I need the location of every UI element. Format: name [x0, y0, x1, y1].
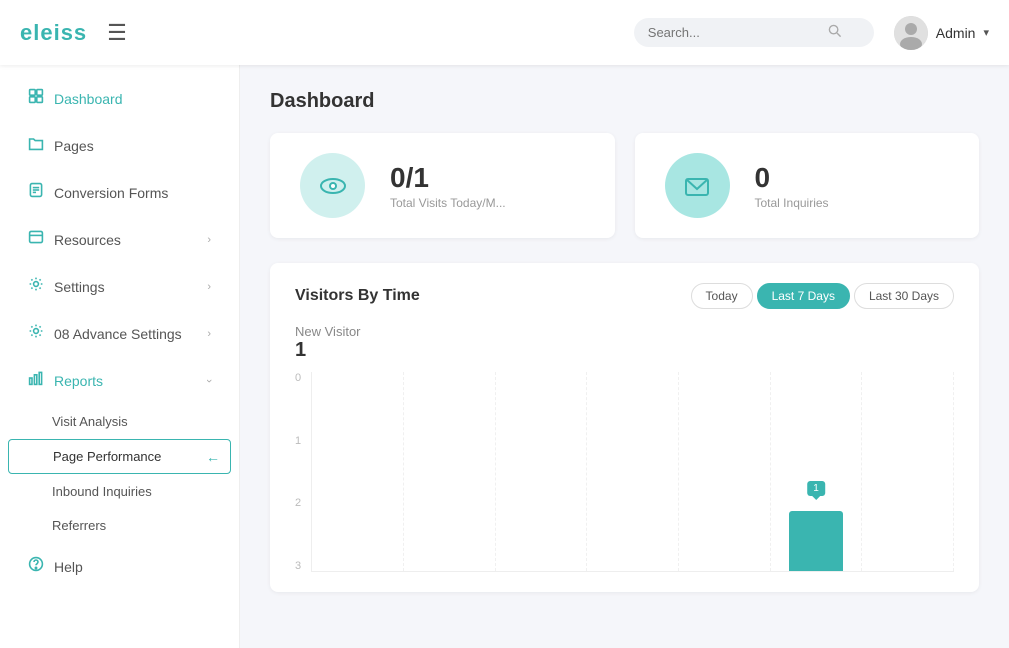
sidebar-subitem-inbound-inquiries[interactable]: Inbound Inquiries — [8, 475, 231, 508]
chevron-down-icon: ▾ — [983, 26, 989, 39]
stat-label-inquiries: Total Inquiries — [755, 196, 829, 210]
main-content: Dashboard 0/1 Total Visits Today/M... — [240, 65, 1009, 648]
chart-column-5 — [679, 372, 771, 571]
arrow-left-icon: ← — [206, 449, 220, 465]
sidebar-item-label: Settings — [54, 279, 197, 295]
chart-column-3 — [496, 372, 588, 571]
chart-area: 3 2 1 0 — [295, 372, 954, 572]
sidebar-item-label: Help — [54, 559, 211, 575]
subitem-label: Referrers — [52, 518, 106, 533]
chart-column-4 — [587, 372, 679, 571]
search-icon — [828, 24, 842, 41]
meta-new-visitor: New Visitor 1 — [295, 324, 361, 362]
chart-meta: New Visitor 1 — [295, 324, 954, 362]
sidebar-item-label: Reports — [54, 373, 197, 389]
resources-icon — [28, 229, 44, 250]
sidebar-item-conversion-forms[interactable]: Conversion Forms — [8, 170, 231, 215]
stat-info-inquiries: 0 Total Inquiries — [755, 162, 829, 210]
sidebar-subitem-visit-analysis[interactable]: Visit Analysis — [8, 405, 231, 438]
form-icon — [28, 182, 44, 203]
y-axis-label: 3 — [295, 560, 301, 572]
chart-bars: 1 — [311, 372, 954, 572]
chart-icon — [28, 370, 44, 391]
search-input[interactable] — [648, 25, 828, 40]
bar-tooltip-6: 1 — [807, 481, 825, 496]
hamburger-icon[interactable]: ☰ — [107, 20, 127, 46]
mail-icon-circle — [665, 153, 730, 218]
chart-column-1 — [312, 372, 404, 571]
sidebar-item-help[interactable]: Help — [8, 544, 231, 589]
sidebar-subitem-referrers[interactable]: Referrers — [8, 509, 231, 542]
folder-icon — [28, 135, 44, 156]
chevron-right-icon: › — [207, 281, 211, 293]
help-icon — [28, 556, 44, 577]
sidebar-item-settings[interactable]: Settings › — [8, 264, 231, 309]
sidebar-item-label: Conversion Forms — [54, 185, 211, 201]
sidebar-item-reports[interactable]: Reports › — [8, 358, 231, 403]
chart-column-6: 1 — [771, 372, 863, 571]
y-axis-label: 0 — [295, 372, 301, 384]
stat-value-inquiries: 0 — [755, 162, 829, 194]
chart-column-7 — [862, 372, 954, 571]
subitem-label: Inbound Inquiries — [52, 484, 152, 499]
stat-card-visits: 0/1 Total Visits Today/M... — [270, 133, 615, 238]
page-title: Dashboard — [270, 90, 979, 113]
stat-value-visits: 0/1 — [390, 162, 506, 194]
gear2-icon — [28, 323, 44, 344]
chart-section: Visitors By Time Today Last 7 Days Last … — [270, 263, 979, 592]
sidebar-item-label: Dashboard — [54, 91, 211, 107]
eye-icon-circle — [300, 153, 365, 218]
time-btn-last30[interactable]: Last 30 Days — [854, 283, 954, 309]
y-axis-label: 2 — [295, 497, 301, 509]
chart-column-2 — [404, 372, 496, 571]
stats-row: 0/1 Total Visits Today/M... 0 Total Inqu… — [270, 133, 979, 238]
meta-new-visitor-label: New Visitor — [295, 324, 361, 339]
time-btn-last7[interactable]: Last 7 Days — [757, 283, 850, 309]
stat-info-visits: 0/1 Total Visits Today/M... — [390, 162, 506, 210]
chevron-right-icon: › — [207, 234, 211, 246]
sidebar-item-label: 08 Advance Settings — [54, 326, 197, 342]
stat-label-visits: Total Visits Today/M... — [390, 196, 506, 210]
search-bar — [634, 18, 874, 47]
stat-card-inquiries: 0 Total Inquiries — [635, 133, 980, 238]
reports-submenu: Visit Analysis Page Performance ← Inboun… — [0, 404, 239, 543]
admin-name: Admin — [936, 25, 976, 41]
chart-header: Visitors By Time Today Last 7 Days Last … — [295, 283, 954, 309]
sidebar-item-label: Resources — [54, 232, 197, 248]
sidebar: Dashboard Pages Conversion Forms — [0, 65, 240, 648]
chevron-right-icon: › — [207, 328, 211, 340]
sidebar-item-label: Pages — [54, 138, 211, 154]
logo: eleiss — [20, 20, 87, 46]
time-buttons: Today Last 7 Days Last 30 Days — [691, 283, 954, 309]
grid-icon — [28, 88, 44, 109]
chevron-down-icon: › — [203, 379, 215, 383]
sidebar-item-resources[interactable]: Resources › — [8, 217, 231, 262]
user-area[interactable]: Admin ▾ — [894, 16, 989, 50]
chart-bar-6: 1 — [789, 511, 843, 571]
subitem-label: Page Performance — [53, 449, 161, 464]
chart-title: Visitors By Time — [295, 287, 420, 305]
sidebar-item-dashboard[interactable]: Dashboard — [8, 76, 231, 121]
gear-icon — [28, 276, 44, 297]
time-btn-today[interactable]: Today — [691, 283, 753, 309]
header: eleiss ☰ Admin ▾ — [0, 0, 1009, 65]
y-axis: 3 2 1 0 — [295, 372, 311, 572]
avatar — [894, 16, 928, 50]
sidebar-item-pages[interactable]: Pages — [8, 123, 231, 168]
sidebar-subitem-page-performance[interactable]: Page Performance ← — [8, 439, 231, 474]
meta-new-visitor-value: 1 — [295, 339, 361, 362]
sidebar-item-advance-settings[interactable]: 08 Advance Settings › — [8, 311, 231, 356]
subitem-label: Visit Analysis — [52, 414, 128, 429]
y-axis-label: 1 — [295, 435, 301, 447]
body-wrap: Dashboard Pages Conversion Forms — [0, 65, 1009, 648]
